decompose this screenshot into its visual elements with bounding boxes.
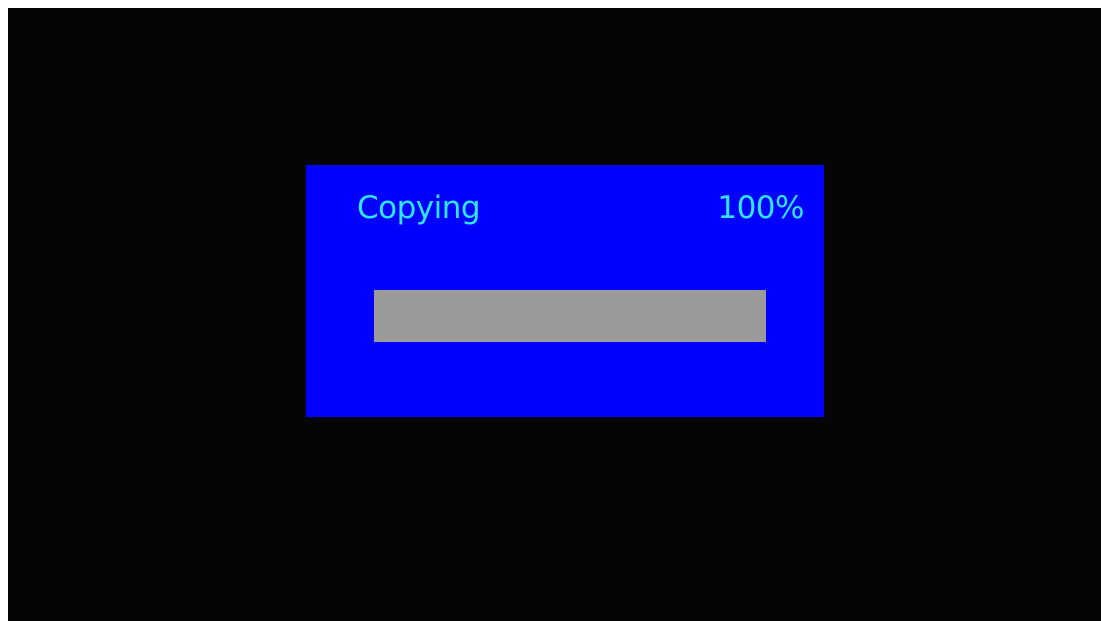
- copy-progress-dialog: Copying 100%: [306, 165, 824, 417]
- progress-percent-label: 100%: [717, 190, 804, 226]
- progress-bar: [374, 290, 766, 342]
- dialog-title: Copying: [357, 190, 481, 226]
- progress-bar-fill: [374, 290, 766, 342]
- screen-background: Copying 100%: [8, 8, 1101, 621]
